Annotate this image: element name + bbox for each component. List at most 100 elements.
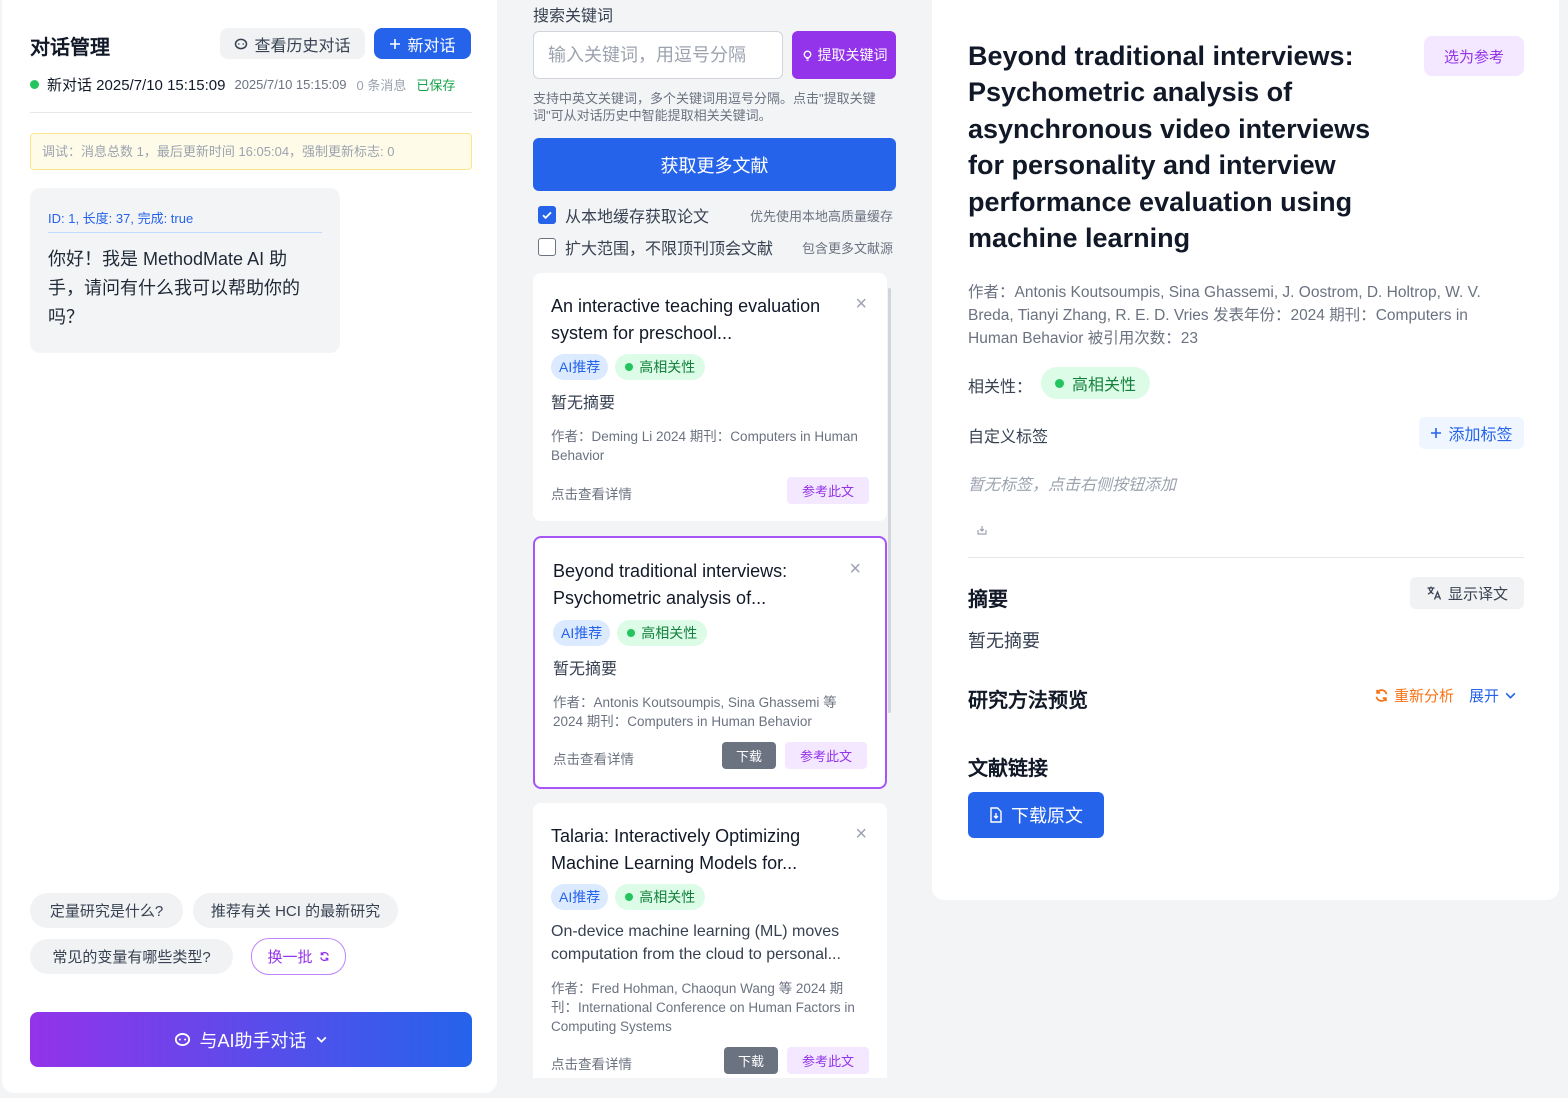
ai-recommend-badge: AI推荐 [553, 620, 611, 646]
extract-keywords-button[interactable]: 提取关键词 [792, 31, 896, 79]
ai-recommend-badge: AI推荐 [551, 354, 609, 380]
view-history-button[interactable]: 查看历史对话 [220, 28, 365, 59]
paper-title: An interactive teaching evaluation syste… [551, 296, 821, 343]
suggestion-chip[interactable]: 推荐有关 HCI 的最新研究 [193, 893, 398, 928]
relevance-badge: 高相关性 [1041, 367, 1151, 399]
suggestion-chip[interactable]: 常见的变量有哪些类型? [30, 939, 233, 974]
get-more-papers-button[interactable]: 获取更多文献 [533, 138, 896, 191]
chat-bubble-icon [234, 37, 248, 51]
close-icon[interactable]: × [849, 559, 861, 579]
message-text: 你好！我是 MethodMate AI 助手，请问有什么我可以帮助你的吗？ [48, 249, 300, 327]
abstract-heading: 摘要 [968, 589, 1008, 611]
paper-badges: AI推荐 高相关性 [553, 620, 708, 646]
paper-abstract: 暂无摘要 [551, 395, 616, 412]
reference-button[interactable]: 参考此文 [787, 477, 869, 504]
view-details-link[interactable]: 点击查看详情 [551, 483, 632, 503]
expand-scope-checkbox[interactable] [538, 238, 556, 256]
expand-scope-option[interactable]: 扩大范围，不限顶刊顶会文献 包含更多文献源 [538, 235, 893, 259]
status-dot-icon [625, 893, 634, 901]
reference-button[interactable]: 参考此文 [785, 742, 867, 769]
session-message-count: 0 条消息 [356, 78, 407, 93]
session-name: 新对话 2025/7/10 15:15:09 [47, 77, 226, 94]
reference-button[interactable]: 参考此文 [787, 1047, 869, 1074]
keyword-help-text: 支持中英文关键词，多个关键词用逗号分隔。点击"提取关键词"可从对话历史中智能提取… [533, 91, 876, 123]
divider [30, 112, 472, 113]
reanalyze-label: 重新分析 [1394, 688, 1455, 705]
local-cache-hint: 优先使用本地高质量缓存 [749, 208, 893, 224]
local-cache-label: 从本地缓存获取论文 [565, 209, 710, 226]
paper-card-selected[interactable]: Beyond traditional interviews: Psychomet… [533, 536, 887, 789]
lightbulb-icon [801, 49, 814, 62]
download-original-button[interactable]: 下载原文 [968, 792, 1104, 838]
suggestion-chip[interactable]: 定量研究是什么? [30, 893, 183, 928]
relevance-badge: 高相关性 [615, 884, 706, 910]
expand-scope-hint: 包含更多文献源 [801, 240, 893, 256]
paper-meta: 作者：Antonis Koutsoumpis, Sina Ghassemi 等 … [553, 695, 837, 729]
paper-title: Talaria: Interactively Optimizing Machin… [551, 826, 801, 873]
reanalyze-button[interactable]: 重新分析 [1374, 685, 1454, 706]
paper-abstract: On-device machine learning (ML) moves co… [551, 923, 841, 963]
download-button[interactable]: 下载 [722, 742, 776, 769]
paper-link-heading: 文献链接 [968, 758, 1048, 780]
paper-card[interactable]: Talaria: Interactively Optimizing Machin… [533, 803, 887, 1078]
active-dot-icon [30, 80, 39, 89]
paper-card[interactable]: An interactive teaching evaluation syste… [533, 273, 887, 521]
close-icon[interactable]: × [855, 824, 867, 844]
relevance-value: 高相关性 [1072, 377, 1137, 394]
view-history-label: 查看历史对话 [254, 37, 351, 55]
ai-recommend-badge: AI推荐 [551, 884, 609, 910]
status-dot-icon [625, 363, 634, 371]
expand-label: 展开 [1469, 688, 1500, 705]
relevance-badge: 高相关性 [615, 354, 706, 380]
file-download-icon [989, 807, 1003, 823]
paper-list[interactable]: An interactive teaching evaluation syste… [533, 273, 895, 1078]
relevance-label: 高相关性 [639, 359, 696, 375]
abstract-text: 暂无摘要 [968, 631, 1040, 651]
keyword-input[interactable] [533, 31, 783, 79]
refresh-icon [319, 951, 330, 962]
panel-title: 对话管理 [30, 37, 110, 59]
current-session[interactable]: 新对话 2025/7/10 15:15:09 2025/7/10 15:15:0… [30, 74, 472, 95]
new-chat-button[interactable]: 新对话 [374, 28, 471, 59]
relevance-label: 相关性： [968, 379, 1033, 396]
refresh-suggestions-button[interactable]: 换一批 [251, 938, 346, 975]
local-cache-option[interactable]: 从本地缓存获取论文 优先使用本地高质量缓存 [538, 203, 893, 227]
paper-detail-title: Beyond traditional interviews: Psychomet… [968, 41, 1371, 254]
paper-title: Beyond traditional interviews: Psychomet… [553, 561, 788, 608]
expand-scope-label: 扩大范围，不限顶刊顶会文献 [565, 241, 774, 258]
translate-icon [1426, 585, 1442, 601]
refresh-icon [1374, 688, 1389, 703]
session-saved-status: 已保存 [416, 78, 456, 93]
paper-meta: 作者：Deming Li 2024 期刊：Computers in Human … [551, 429, 858, 463]
set-as-reference-button[interactable]: 选为参考 [1424, 36, 1524, 76]
close-icon[interactable]: × [855, 294, 867, 314]
session-time: 2025/7/10 15:15:09 [234, 77, 347, 92]
chat-bubble-icon [174, 1031, 191, 1048]
local-cache-checkbox[interactable] [538, 206, 556, 224]
status-dot-icon [1055, 378, 1064, 388]
add-tag-button[interactable]: 添加标签 [1419, 417, 1524, 449]
debug-info: 调试：消息总数 1，最后更新时间 16:05:04，强制更新标志: 0 [30, 133, 472, 170]
add-tag-label: 添加标签 [1448, 427, 1513, 444]
expand-button[interactable]: 展开 [1469, 685, 1517, 706]
chevron-down-icon [315, 1033, 328, 1046]
chevron-down-icon [1504, 689, 1517, 702]
chat-with-ai-label: 与AI助手对话 [199, 1030, 307, 1051]
paper-meta: 作者：Fred Hohman, Chaoqun Wang 等 2024 期刊：I… [551, 981, 855, 1034]
divider [968, 557, 1524, 558]
chat-with-ai-button[interactable]: 与AI助手对话 [30, 1012, 472, 1067]
show-translation-button[interactable]: 显示译文 [1410, 577, 1524, 609]
download-tray-icon[interactable] [976, 524, 988, 536]
download-original-label: 下载原文 [1011, 806, 1083, 826]
paper-list-scrollbar[interactable] [888, 288, 891, 713]
message-meta: ID: 1, 长度: 37, 完成: true [48, 208, 322, 233]
download-button[interactable]: 下载 [724, 1047, 778, 1074]
paper-abstract: 暂无摘要 [553, 661, 618, 678]
paper-badges: AI推荐 高相关性 [551, 354, 706, 380]
new-chat-label: 新对话 [407, 37, 456, 55]
view-details-link[interactable]: 点击查看详情 [551, 1053, 632, 1073]
view-details-link[interactable]: 点击查看详情 [553, 748, 634, 768]
paper-detail-meta: 作者：Antonis Koutsoumpis, Sina Ghassemi, J… [968, 284, 1481, 347]
method-preview-heading: 研究方法预览 [968, 690, 1088, 712]
chat-management-panel: 对话管理 查看历史对话 新对话 新对话 2025/7/10 15:15:09 2… [2, 0, 497, 1093]
